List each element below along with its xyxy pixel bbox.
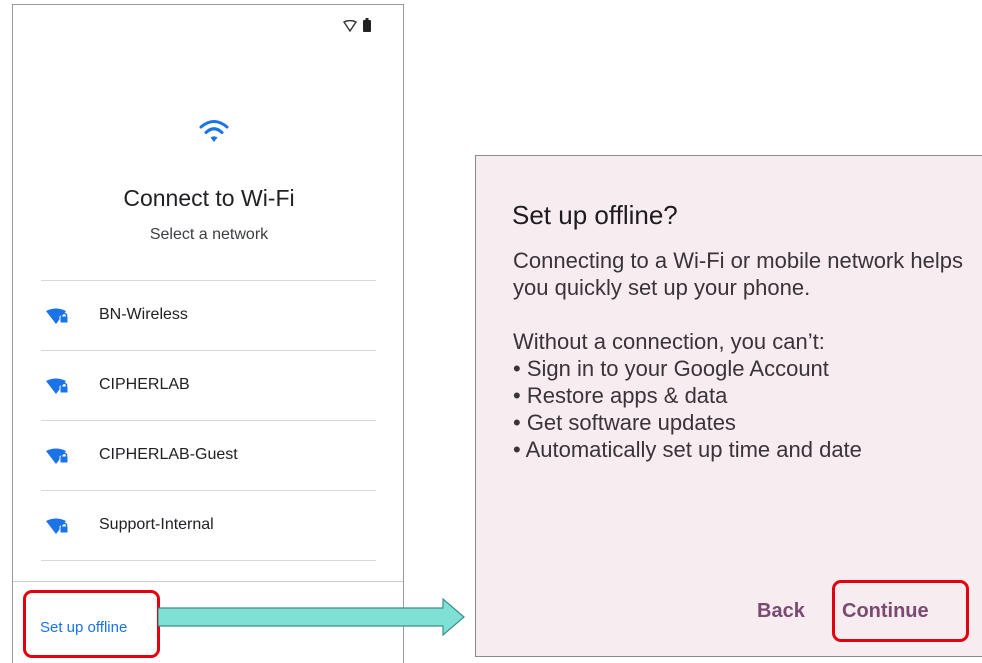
- dialog-list-intro: Without a connection, you can’t:: [513, 329, 825, 354]
- network-item-bn-wireless[interactable]: BN-Wireless: [41, 281, 376, 351]
- wifi-lock-icon: [46, 448, 70, 469]
- network-item-cipherlab[interactable]: CIPHERLAB: [41, 351, 376, 421]
- footer-divider: [13, 581, 403, 582]
- network-label: CIPHERLAB: [99, 376, 190, 393]
- arrow-right-icon: [157, 597, 466, 641]
- network-item-cipherlab-guest[interactable]: CIPHERLAB-Guest: [41, 421, 376, 491]
- page-title: Connect to Wi-Fi: [123, 185, 295, 211]
- wifi-lock-icon: [46, 518, 70, 539]
- network-label: Support-Internal: [99, 516, 214, 533]
- dialog-list-item: • Sign in to your Google Account: [513, 356, 829, 381]
- status-bar: [342, 18, 371, 37]
- dialog-list-item: • Automatically set up time and date: [513, 437, 862, 462]
- back-button[interactable]: Back: [757, 600, 805, 623]
- dialog-body: Connecting to a Wi-Fi or mobile network …: [513, 247, 963, 463]
- wifi-lock-icon: [46, 308, 70, 329]
- wifi-lock-icon: [46, 378, 70, 399]
- wifi-outline-icon: [342, 19, 358, 37]
- network-label: CIPHERLAB-Guest: [99, 446, 238, 463]
- dialog-list-item: • Get software updates: [513, 410, 736, 435]
- dialog-list-item: • Restore apps & data: [513, 383, 728, 408]
- network-list: BN-Wireless CIPHERLAB CIPHERLAB-Guest Su…: [41, 280, 376, 561]
- network-label: BN-Wireless: [99, 306, 188, 323]
- wifi-icon: [199, 117, 229, 150]
- dialog-message: Connecting to a Wi-Fi or mobile network …: [513, 248, 963, 300]
- dialog-title: Set up offline?: [512, 200, 678, 230]
- network-item-support-internal[interactable]: Support-Internal: [41, 491, 376, 561]
- highlight-box-offline: [23, 590, 160, 658]
- setup-wifi-screen: Connect to Wi-Fi Select a network BN-Wir…: [12, 4, 404, 663]
- battery-icon: [363, 18, 371, 37]
- highlight-box-continue: [832, 580, 969, 642]
- page-subtitle: Select a network: [149, 226, 269, 243]
- dialog-list: Without a connection, you can’t: • Sign …: [513, 328, 963, 463]
